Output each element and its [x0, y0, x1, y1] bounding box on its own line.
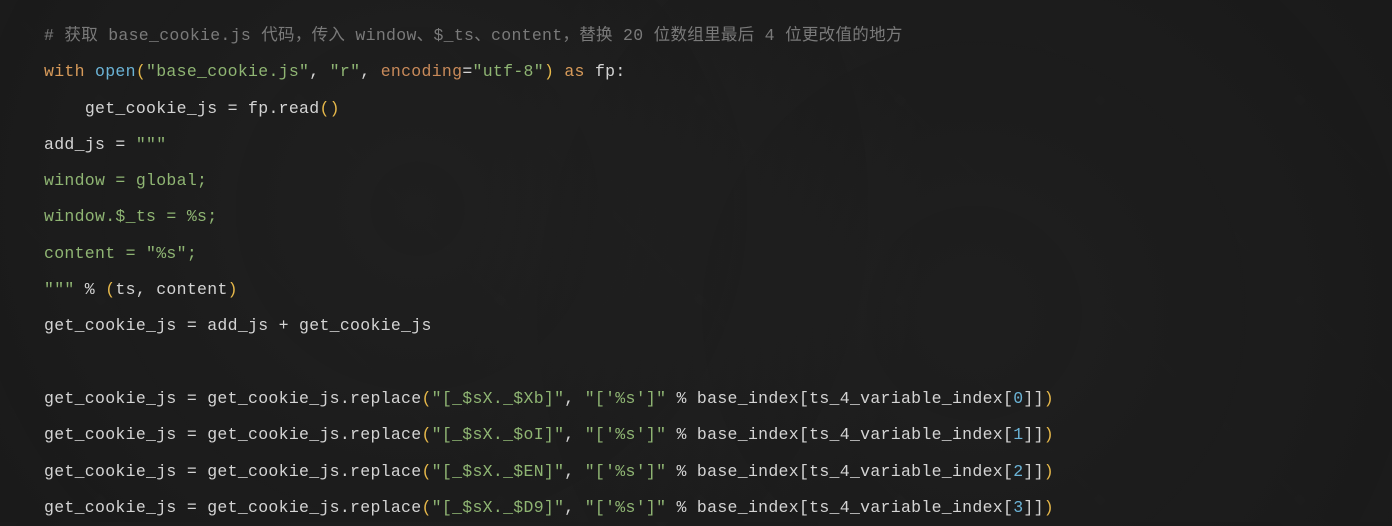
assignment: get_cookie_js = get_cookie_js.replace [44, 425, 421, 444]
indent [44, 99, 85, 118]
number-literal: 1 [1013, 425, 1023, 444]
string-literal: "[_$sX._$EN]" [432, 462, 565, 481]
paren-close: ) [1044, 389, 1054, 408]
string-triple: """ [44, 280, 75, 299]
comma: , [564, 389, 584, 408]
paren-close: ) [228, 280, 238, 299]
paren-open: ( [319, 99, 329, 118]
comma: , [309, 62, 329, 81]
comma: , [360, 62, 380, 81]
string-triple: """ [136, 135, 167, 154]
code-comment: # 获取 base_cookie.js 代码，传入 window、$_ts、co… [44, 26, 903, 45]
assignment: get_cookie_js = add_js + get_cookie_js [44, 316, 432, 335]
bracket-close: ]] [1023, 498, 1043, 517]
number-literal: 2 [1013, 462, 1023, 481]
paren-close: ) [1044, 462, 1054, 481]
string-content: content = "%s"; [44, 244, 197, 263]
paren-open: ( [136, 62, 146, 81]
identifier: content [156, 280, 227, 299]
string-literal: "[_$sX._$Xb]" [432, 389, 565, 408]
identifier: ts [115, 280, 135, 299]
bracket-close: ]] [1023, 425, 1043, 444]
paren-open: ( [421, 389, 431, 408]
paren-close: ) [544, 62, 554, 81]
paren-close: ) [330, 99, 340, 118]
comma: , [564, 462, 584, 481]
keyword-with: with [44, 62, 85, 81]
string-literal: "['%s']" [585, 425, 667, 444]
expression: % base_index[ts_4_variable_index[ [666, 389, 1013, 408]
number-literal: 0 [1013, 389, 1023, 408]
number-literal: 3 [1013, 498, 1023, 517]
expression: % base_index[ts_4_variable_index[ [666, 462, 1013, 481]
paren-open: ( [421, 498, 431, 517]
assignment: get_cookie_js = get_cookie_js.replace [44, 498, 421, 517]
string-literal: "base_cookie.js" [146, 62, 309, 81]
comma: , [564, 498, 584, 517]
string-literal: "utf-8" [473, 62, 544, 81]
keyword-as: as [554, 62, 595, 81]
string-literal: "['%s']" [585, 389, 667, 408]
code-editor[interactable]: # 获取 base_cookie.js 代码，传入 window、$_ts、co… [44, 18, 1348, 526]
bracket-close: ]] [1023, 389, 1043, 408]
equals: = [462, 62, 472, 81]
string-literal: "[_$sX._$oI]" [432, 425, 565, 444]
string-literal: "[_$sX._$D9]" [432, 498, 565, 517]
assignment: get_cookie_js = get_cookie_js.replace [44, 462, 421, 481]
string-literal: "['%s']" [585, 498, 667, 517]
func-open: open [95, 62, 136, 81]
paren-close: ) [1044, 498, 1054, 517]
paren-open: ( [421, 462, 431, 481]
paren-close: ) [1044, 425, 1054, 444]
comma: , [564, 425, 584, 444]
expression: % base_index[ts_4_variable_index[ [666, 498, 1013, 517]
string-literal: "r" [330, 62, 361, 81]
string-content: window.$_ts = %s; [44, 207, 217, 226]
paren-open: ( [421, 425, 431, 444]
string-literal: "['%s']" [585, 462, 667, 481]
identifier: fp: [595, 62, 626, 81]
string-content: window = global; [44, 171, 207, 190]
assignment: add_js = [44, 135, 136, 154]
param-encoding: encoding [381, 62, 463, 81]
assignment: get_cookie_js = get_cookie_js.replace [44, 389, 421, 408]
paren-open: ( [105, 280, 115, 299]
expression: % base_index[ts_4_variable_index[ [666, 425, 1013, 444]
assignment: get_cookie_js = fp.read [85, 99, 320, 118]
comma: , [136, 280, 156, 299]
bracket-close: ]] [1023, 462, 1043, 481]
operator-pct: % [75, 280, 106, 299]
